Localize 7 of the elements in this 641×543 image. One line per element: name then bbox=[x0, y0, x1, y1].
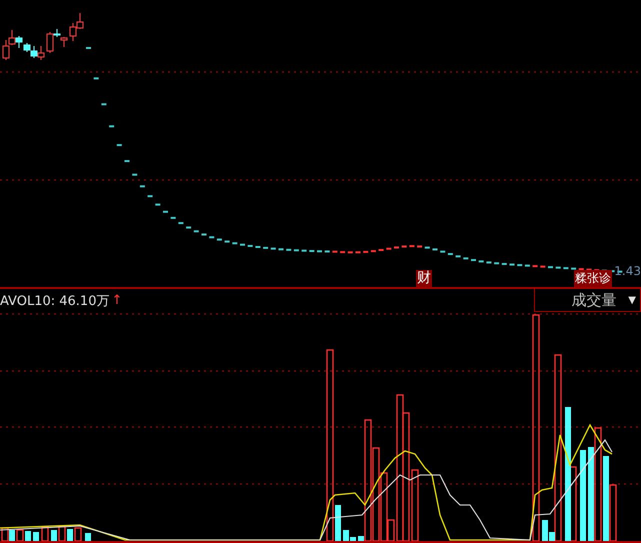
indicator-dropdown[interactable]: 成交量 ▼ bbox=[534, 289, 641, 312]
price-label: 1.43 bbox=[614, 264, 641, 278]
trend-arrow: ↑ bbox=[111, 293, 122, 308]
indicator-value: AVOL10: 46.10万 bbox=[0, 292, 110, 310]
chart-marker[interactable]: 糅张诊 bbox=[574, 270, 612, 287]
caret-icon: ▼ bbox=[628, 294, 636, 306]
chart-marker[interactable]: 财 bbox=[416, 270, 432, 287]
